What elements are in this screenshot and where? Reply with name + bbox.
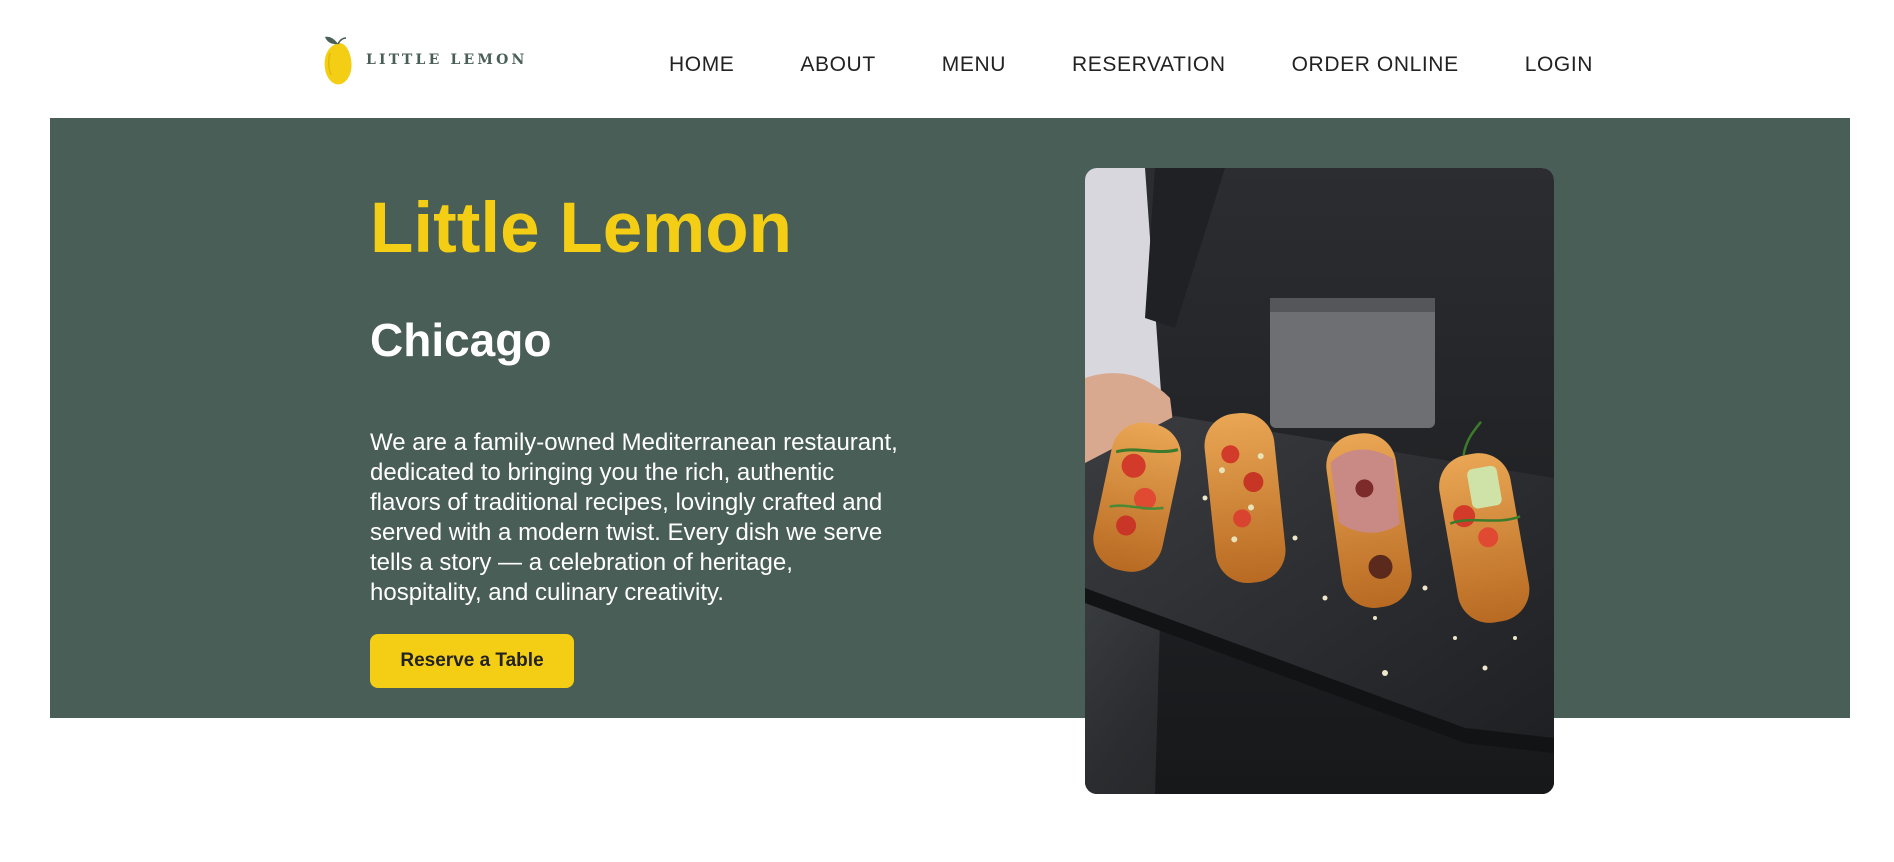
nav-about[interactable]: ABOUT [800, 50, 875, 80]
nav-login[interactable]: LOGIN [1525, 50, 1593, 80]
reserve-table-button[interactable]: Reserve a Table [370, 634, 574, 688]
page: LITTLE LEMON HOME ABOUT MENU RESERVATION… [0, 0, 1894, 862]
hero-section: Little Lemon Chicago We are a family-own… [50, 118, 1850, 718]
main-nav: HOME ABOUT MENU RESERVATION ORDER ONLINE… [669, 50, 1593, 80]
hero-title: Little Lemon [370, 189, 793, 268]
food-platter-illustration [1085, 168, 1554, 794]
lemon-icon [324, 36, 352, 85]
nav-home[interactable]: HOME [669, 50, 734, 80]
logo[interactable]: LITTLE LEMON [322, 33, 528, 87]
nav-menu[interactable]: MENU [942, 50, 1006, 80]
nav-reservation[interactable]: RESERVATION [1072, 50, 1226, 80]
food-platter-image [1085, 168, 1554, 794]
nav-order-online[interactable]: ORDER ONLINE [1292, 50, 1459, 80]
hero-subtitle: Chicago [370, 314, 552, 366]
site-header: LITTLE LEMON HOME ABOUT MENU RESERVATION… [0, 0, 1894, 118]
hero-description: We are a family-owned Mediterranean rest… [370, 429, 898, 606]
logo-text: LITTLE LEMON [366, 52, 528, 68]
